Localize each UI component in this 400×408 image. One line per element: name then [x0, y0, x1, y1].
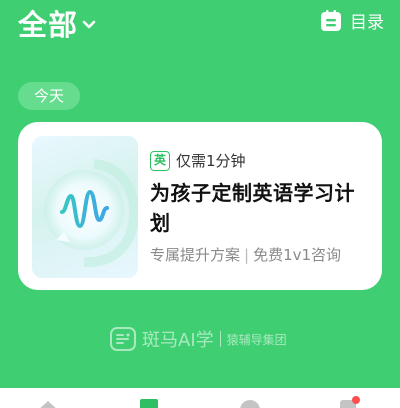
subtitle-separator: | [244, 246, 250, 264]
course-card[interactable]: 英 仅需1分钟 为孩子定制英语学习计划 专属提升方案 | 免费1v1咨询 [18, 122, 382, 290]
catalog-button[interactable]: 目录 [320, 8, 384, 33]
card-thumbnail [32, 136, 138, 278]
brand-divider [219, 331, 221, 347]
card-tag-row: 英 仅需1分钟 [150, 150, 246, 171]
card-title: 为孩子定制英语学习计划 [150, 181, 355, 235]
explore-icon [240, 400, 260, 408]
brand-footer: 斑马AI学 猿辅导集团 [110, 326, 287, 352]
subtitle-left: 专属提升方案 [150, 246, 241, 264]
bottom-tab-bar [0, 388, 400, 408]
home-icon [40, 401, 56, 408]
tab-study[interactable] [138, 398, 160, 408]
tab-explore[interactable] [238, 398, 262, 408]
page-title: 全部 [18, 8, 79, 42]
zebra-logo-icon [110, 327, 136, 351]
chevron-down-icon [82, 20, 96, 29]
subtitle-right: 免费1v1咨询 [253, 246, 342, 264]
notification-dot [352, 396, 360, 404]
catalog-label: 目录 [350, 13, 384, 33]
card-subtitle: 专属提升方案 | 免费1v1咨询 [150, 244, 341, 265]
catalog-icon [321, 9, 341, 31]
title-dropdown[interactable]: 全部 [18, 2, 96, 44]
voice-wave-icon [44, 159, 138, 268]
duration-tag: 仅需1分钟 [176, 152, 246, 170]
tab-home[interactable] [34, 398, 62, 408]
brand-sub: 猿辅导集团 [226, 332, 287, 347]
header: 全部 目录 [0, 0, 400, 44]
subject-badge: 英 [150, 150, 170, 171]
brand-name: 斑马AI学 [142, 330, 214, 351]
bookmark-icon [140, 399, 158, 408]
tab-profile[interactable] [338, 396, 360, 408]
date-chip: 今天 [18, 82, 81, 110]
